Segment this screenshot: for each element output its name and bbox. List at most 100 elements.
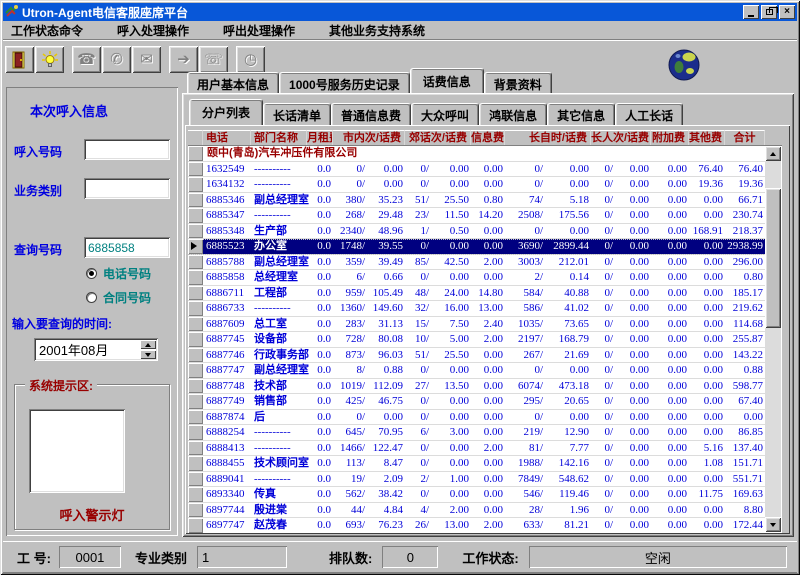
table-row[interactable]: 6887746行政事务部0.0873/96.0351/25.500.00267/…	[188, 348, 766, 364]
table-row[interactable]: 6897747赵茂春0.0693/76.2326/13.002.00633/81…	[188, 518, 766, 533]
menu-item-1[interactable]: 呼入处理操作	[113, 20, 203, 41]
grid-vertical-scrollbar[interactable]	[765, 146, 781, 532]
row-header[interactable]	[188, 146, 203, 161]
row-header[interactable]	[188, 410, 203, 425]
queue-count-label: 排队数:	[329, 548, 372, 567]
tab-sub-6[interactable]: 人工长话	[615, 103, 683, 125]
row-header[interactable]	[188, 472, 203, 487]
tab-main-0[interactable]: 用户基本信息	[187, 72, 279, 93]
row-header[interactable]	[188, 518, 203, 533]
tab-sub-0[interactable]: 分户列表	[189, 99, 263, 125]
spin-down-icon[interactable]	[140, 350, 156, 359]
menu-item-3[interactable]: 其他业务支持系统	[325, 20, 439, 41]
scroll-thumb[interactable]	[765, 188, 781, 328]
menu-item-0[interactable]: 工作状态命令	[7, 20, 97, 41]
table-row[interactable]: 1634132----------0.00/0.000/0.000.000/0.…	[188, 177, 766, 193]
tab-sub-4[interactable]: 鸿联信息	[479, 103, 547, 125]
table-row[interactable]: 6887747副总经理室0.08/0.880/0.000.000/0.000/0…	[188, 363, 766, 379]
cell: ----------	[251, 425, 307, 440]
row-header[interactable]	[188, 332, 203, 347]
tab-main-2[interactable]: 话费信息	[410, 68, 484, 93]
row-header[interactable]	[188, 363, 203, 378]
table-row[interactable]: 6885346副总经理室0.0380/35.2351/25.500.8074/5…	[188, 193, 766, 209]
minimize-button[interactable]	[743, 5, 759, 19]
system-prompt-area[interactable]	[29, 409, 125, 493]
cell: 后	[251, 410, 307, 425]
query-number-input[interactable]	[84, 237, 170, 258]
table-row[interactable]: 6888455技术顾问室0.0113/8.470/0.000.001988/14…	[188, 456, 766, 472]
table-row[interactable]: 1632549----------0.00/0.000/0.000.000/0.…	[188, 162, 766, 178]
tab-main-3[interactable]: 背景资料	[484, 72, 552, 93]
cell: 0.0	[307, 348, 333, 363]
tab-sub-1[interactable]: 长话清单	[263, 103, 331, 125]
row-header[interactable]	[188, 162, 203, 177]
table-row[interactable]: 6893340传真0.0562/38.420/0.000.00546/119.4…	[188, 487, 766, 503]
queue-count-value: 0	[382, 546, 438, 568]
restore-button[interactable]	[761, 5, 777, 19]
column-header-0: 电话	[203, 130, 251, 145]
tab-sub-5[interactable]: 其它信息	[547, 103, 615, 125]
row-header[interactable]	[188, 208, 203, 223]
cell: 6885346	[203, 193, 251, 208]
cell: 0/	[405, 441, 431, 456]
table-row[interactable]: 6888254----------0.0645/70.956/3.000.002…	[188, 425, 766, 441]
table-row[interactable]: 6888413----------0.01466/122.470/0.002.0…	[188, 441, 766, 457]
cell: 35.23	[367, 193, 405, 208]
table-row[interactable]: 6887745设备部0.0728/80.0810/5.002.002197/16…	[188, 332, 766, 348]
cell: 86.85	[725, 425, 765, 440]
row-header[interactable]	[188, 487, 203, 502]
table-row[interactable]: 6889041----------0.019/2.092/1.000.00784…	[188, 472, 766, 488]
exit-door-icon[interactable]	[5, 46, 34, 73]
row-header[interactable]	[188, 239, 203, 254]
tab-sub-3[interactable]: 大众呼叫	[411, 103, 479, 125]
alert-bulb-icon[interactable]	[35, 46, 64, 73]
table-row[interactable]: 6885348生产部0.02340/48.961/0.500.000/0.000…	[188, 224, 766, 240]
radio-phone-circle[interactable]	[86, 268, 97, 279]
radio-contract-circle[interactable]	[86, 292, 97, 303]
table-row[interactable]: 6885347----------0.0268/29.4823/11.5014.…	[188, 208, 766, 224]
cell: 0.0	[307, 162, 333, 177]
radio-contract-label: 合同号码	[103, 289, 151, 306]
table-row[interactable]: 6885858总经理室0.06/0.660/0.000.002/0.140/0.…	[188, 270, 766, 286]
radio-contract-number[interactable]: 合同号码	[86, 289, 151, 306]
spin-up-icon[interactable]	[140, 340, 156, 349]
scroll-down-icon[interactable]	[765, 517, 781, 532]
row-header[interactable]	[188, 441, 203, 456]
table-row[interactable]: 6885788副总经理室0.0359/39.4985/42.502.003003…	[188, 255, 766, 271]
row-header[interactable]	[188, 317, 203, 332]
tab-main-1[interactable]: 1000号服务历史记录	[279, 72, 410, 93]
table-row[interactable]: 6887749销售部0.0425/46.750/0.000.00295/20.6…	[188, 394, 766, 410]
caller-number-input[interactable]	[84, 139, 170, 160]
row-header[interactable]	[188, 286, 203, 301]
query-month-spinner[interactable]: 2001年08月	[34, 338, 158, 361]
row-header[interactable]	[188, 193, 203, 208]
table-row[interactable]: 6887609总工室0.0283/31.1315/7.502.401035/73…	[188, 317, 766, 333]
row-header[interactable]	[188, 456, 203, 471]
scroll-up-icon[interactable]	[765, 146, 781, 161]
row-header[interactable]	[188, 348, 203, 363]
cell: 219.62	[725, 301, 765, 316]
row-header[interactable]	[188, 177, 203, 192]
table-row[interactable]: 6886711工程部0.0959/105.4948/24.0014.80584/…	[188, 286, 766, 302]
row-header[interactable]	[188, 224, 203, 239]
radio-phone-number[interactable]: 电话号码	[86, 265, 151, 282]
cell: 633/	[505, 518, 545, 533]
cell: 0.0	[307, 301, 333, 316]
table-row[interactable]: 6886733----------0.01360/149.6032/16.001…	[188, 301, 766, 317]
row-header[interactable]	[188, 301, 203, 316]
table-row[interactable]: 6887874后0.00/0.000/0.000.000/0.000/0.000…	[188, 410, 766, 426]
row-header[interactable]	[188, 255, 203, 270]
tab-sub-2[interactable]: 普通信息费	[331, 103, 411, 125]
table-row[interactable]: 6897744殷进棠0.044/4.844/2.000.0028/1.960/0…	[188, 503, 766, 519]
row-header[interactable]	[188, 425, 203, 440]
row-header[interactable]	[188, 503, 203, 518]
table-row[interactable]: 6887748技术部0.01019/112.0927/13.500.006074…	[188, 379, 766, 395]
close-button[interactable]: ×	[779, 5, 795, 19]
row-header[interactable]	[188, 270, 203, 285]
service-type-input[interactable]	[84, 178, 170, 199]
row-header[interactable]	[188, 394, 203, 409]
table-row[interactable]: 6885523办公室0.01748/39.550/0.000.003690/28…	[188, 239, 766, 255]
row-header[interactable]	[188, 379, 203, 394]
cell: 副总经理室	[251, 255, 307, 270]
menu-item-2[interactable]: 呼出处理操作	[219, 20, 309, 41]
